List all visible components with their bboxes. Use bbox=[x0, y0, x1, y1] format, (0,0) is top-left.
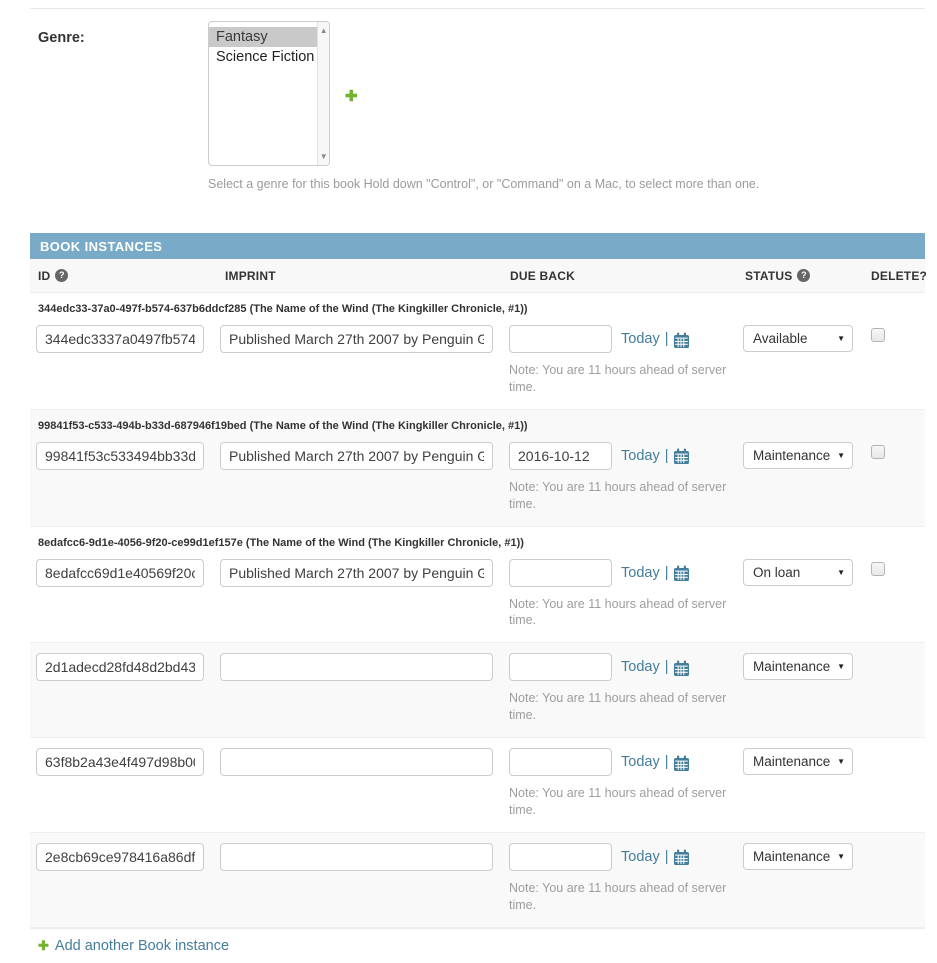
id-input[interactable] bbox=[36, 442, 204, 470]
book-instances-title: BOOK INSTANCES bbox=[30, 233, 925, 259]
today-link[interactable]: Today bbox=[621, 448, 660, 464]
instance-id-label: 344edc33-37a0-497f-b574-637b6ddcf285 (Th… bbox=[38, 303, 925, 315]
due-back-input[interactable] bbox=[509, 843, 612, 871]
imprint-input[interactable] bbox=[220, 559, 493, 587]
calendar-icon[interactable] bbox=[673, 660, 691, 677]
genre-multiselect[interactable]: FantasyScience Fiction ▲ ▼ bbox=[208, 21, 330, 166]
today-link[interactable]: Today bbox=[621, 659, 660, 675]
table-column-headers: ID ? IMPRINT DUE BACK STATUS ? DELETE? bbox=[30, 259, 925, 293]
imprint-input[interactable] bbox=[220, 653, 493, 681]
section-divider bbox=[30, 8, 925, 9]
book-instance-row: Today | bbox=[30, 738, 925, 832]
instance-id-label: 99841f53-c533-494b-b33d-687946f19bed (Th… bbox=[38, 420, 925, 432]
calendar-icon[interactable] bbox=[673, 565, 691, 582]
delete-checkbox[interactable] bbox=[871, 328, 885, 342]
today-link[interactable]: Today bbox=[621, 565, 660, 581]
column-header-imprint: IMPRINT bbox=[214, 269, 504, 283]
timezone-note: Note: You are 11 hours ahead of server t… bbox=[509, 596, 749, 630]
instance-id-label: 8edafcc6-9d1e-4056-9f20-ce99d1ef157e (Th… bbox=[38, 537, 925, 549]
imprint-input[interactable] bbox=[220, 748, 493, 776]
calendar-icon[interactable] bbox=[673, 448, 691, 465]
genre-label: Genre: bbox=[38, 30, 85, 46]
book-instance-row: 8edafcc6-9d1e-4056-9f20-ce99d1ef157e (Th… bbox=[30, 527, 925, 643]
due-back-input[interactable] bbox=[509, 442, 612, 470]
book-instances-section: BOOK INSTANCES ID ? IMPRINT DUE BACK STA… bbox=[30, 233, 925, 963]
status-help-icon[interactable]: ? bbox=[797, 269, 810, 282]
id-input[interactable] bbox=[36, 653, 204, 681]
scroll-down-icon[interactable]: ▼ bbox=[320, 152, 328, 161]
timezone-note: Note: You are 11 hours ahead of server t… bbox=[509, 690, 749, 724]
status-select[interactable]: Maintenance bbox=[743, 843, 853, 870]
add-book-instance-row[interactable]: ✚ Add another Book instance bbox=[30, 928, 925, 963]
pipe-separator: | bbox=[665, 849, 669, 865]
genre-option[interactable]: Science Fiction bbox=[209, 47, 317, 67]
add-genre-icon[interactable]: ✚ bbox=[345, 87, 358, 166]
calendar-icon[interactable] bbox=[673, 332, 691, 349]
book-instance-row: Today | bbox=[30, 642, 925, 738]
pipe-separator: | bbox=[665, 448, 669, 464]
status-select[interactable]: Maintenance bbox=[743, 442, 853, 469]
plus-icon: ✚ bbox=[38, 938, 49, 954]
due-back-input[interactable] bbox=[509, 559, 612, 587]
listbox-scrollbar[interactable]: ▲ ▼ bbox=[317, 22, 329, 165]
pipe-separator: | bbox=[665, 565, 669, 581]
pipe-separator: | bbox=[665, 659, 669, 675]
add-book-instance-link[interactable]: Add another Book instance bbox=[55, 938, 229, 954]
today-link[interactable]: Today bbox=[621, 849, 660, 865]
id-input[interactable] bbox=[36, 843, 204, 871]
imprint-input[interactable] bbox=[220, 843, 493, 871]
genre-field-row: Genre: FantasyScience Fiction ▲ ▼ ✚ bbox=[30, 21, 925, 166]
book-instance-row: Today | bbox=[30, 832, 925, 928]
imprint-input[interactable] bbox=[220, 325, 493, 353]
genre-option[interactable]: Fantasy bbox=[209, 27, 317, 47]
id-input[interactable] bbox=[36, 559, 204, 587]
status-select[interactable]: Available bbox=[743, 325, 853, 352]
delete-checkbox[interactable] bbox=[871, 562, 885, 576]
status-select[interactable]: On loan bbox=[743, 559, 853, 586]
id-input[interactable] bbox=[36, 748, 204, 776]
id-input[interactable] bbox=[36, 325, 204, 353]
status-select[interactable]: Maintenance bbox=[743, 748, 853, 775]
genre-help-text: Select a genre for this book Hold down "… bbox=[208, 177, 925, 191]
book-instance-row: 344edc33-37a0-497f-b574-637b6ddcf285 (Th… bbox=[30, 293, 925, 409]
column-header-due-back: DUE BACK bbox=[504, 269, 738, 283]
column-header-delete: DELETE? bbox=[867, 269, 927, 283]
column-header-status: STATUS ? bbox=[738, 269, 867, 283]
imprint-input[interactable] bbox=[220, 442, 493, 470]
status-select[interactable]: Maintenance bbox=[743, 653, 853, 680]
id-help-icon[interactable]: ? bbox=[55, 269, 68, 282]
timezone-note: Note: You are 11 hours ahead of server t… bbox=[509, 362, 749, 396]
book-instance-row: 99841f53-c533-494b-b33d-687946f19bed (Th… bbox=[30, 409, 925, 527]
timezone-note: Note: You are 11 hours ahead of server t… bbox=[509, 880, 749, 914]
pipe-separator: | bbox=[665, 331, 669, 347]
due-back-input[interactable] bbox=[509, 325, 612, 353]
calendar-icon[interactable] bbox=[673, 849, 691, 866]
pipe-separator: | bbox=[665, 754, 669, 770]
timezone-note: Note: You are 11 hours ahead of server t… bbox=[509, 785, 749, 819]
delete-checkbox[interactable] bbox=[871, 445, 885, 459]
today-link[interactable]: Today bbox=[621, 754, 660, 770]
calendar-icon[interactable] bbox=[673, 755, 691, 772]
scroll-up-icon[interactable]: ▲ bbox=[320, 26, 328, 35]
due-back-input[interactable] bbox=[509, 748, 612, 776]
due-back-input[interactable] bbox=[509, 653, 612, 681]
column-header-id: ID ? bbox=[30, 269, 214, 283]
timezone-note: Note: You are 11 hours ahead of server t… bbox=[509, 479, 749, 513]
today-link[interactable]: Today bbox=[621, 331, 660, 347]
